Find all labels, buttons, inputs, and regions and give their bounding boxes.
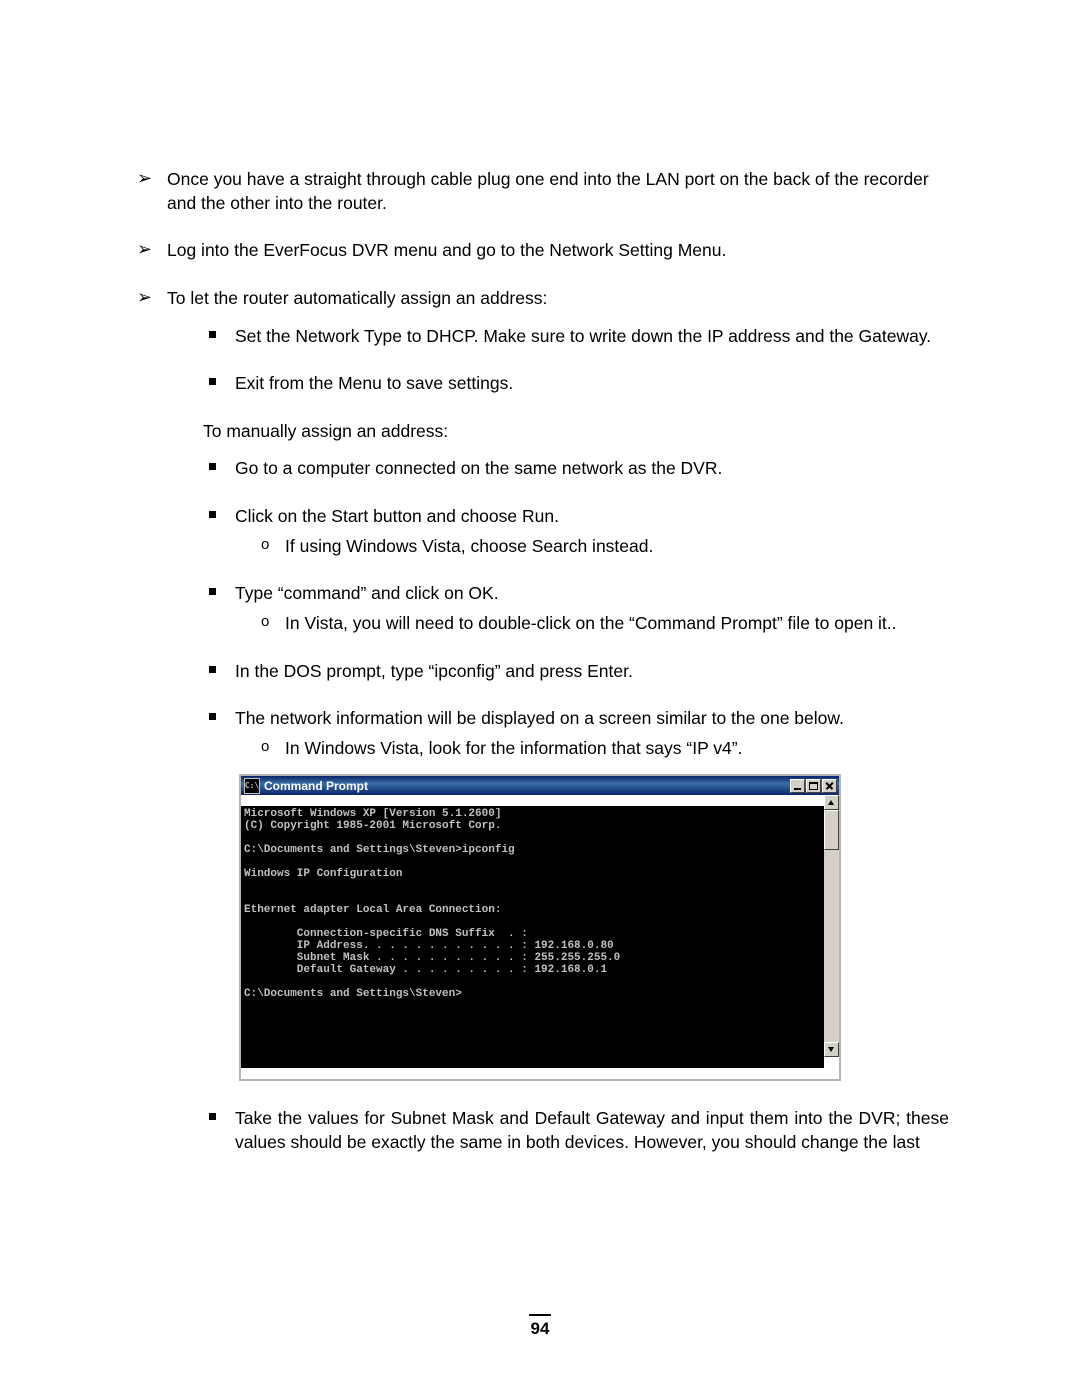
- circle-list: If using Windows Vista, choose Search in…: [235, 535, 949, 559]
- sub-bullet: In the DOS prompt, type “ipconfig” and p…: [203, 660, 949, 684]
- sub-bullet: Set the Network Type to DHCP. Make sure …: [203, 325, 949, 349]
- command-prompt-window: C:\ Command Prompt Microsoft Windows XP …: [239, 774, 841, 1081]
- sub-bullet: Type “command” and click on OK. In Vista…: [203, 582, 949, 635]
- sub-list-1: Set the Network Type to DHCP. Make sure …: [167, 325, 949, 396]
- text: To manually assign an address:: [203, 421, 448, 441]
- circle-list: In Vista, you will need to double-click …: [235, 612, 949, 636]
- sub-list-2: Go to a computer connected on the same n…: [167, 457, 949, 760]
- sub-bullet: Go to a computer connected on the same n…: [203, 457, 949, 481]
- sub-bullet: Click on the Start button and choose Run…: [203, 505, 949, 558]
- scroll-down-button[interactable]: [824, 1042, 839, 1057]
- titlebar[interactable]: C:\ Command Prompt: [241, 776, 839, 795]
- circle-bullet: In Vista, you will need to double-click …: [261, 612, 949, 636]
- maximize-button[interactable]: [806, 779, 821, 793]
- page-number-bar: [529, 1314, 551, 1316]
- scroll-track[interactable]: [824, 810, 839, 1042]
- circle-list: In Windows Vista, look for the informati…: [235, 737, 949, 761]
- cmd-body-wrap: Microsoft Windows XP [Version 5.1.2600] …: [241, 795, 839, 1079]
- close-button[interactable]: [822, 779, 837, 793]
- sub-bullet: The network information will be displaye…: [203, 707, 949, 760]
- scrollbar[interactable]: [824, 795, 839, 1057]
- cmd-icon-text: C:\: [245, 782, 259, 790]
- text: The network information will be displaye…: [235, 708, 844, 728]
- text: Once you have a straight through cable p…: [167, 169, 929, 213]
- scroll-up-button[interactable]: [824, 795, 839, 810]
- inner-heading: To manually assign an address:: [203, 420, 949, 444]
- minimize-button[interactable]: [790, 779, 805, 793]
- main-list: Once you have a straight through cable p…: [131, 168, 949, 1155]
- circle-bullet: In Windows Vista, look for the informati…: [261, 737, 949, 761]
- page-number: 94: [0, 1314, 1080, 1341]
- sub-list-3: Take the values for Subnet Mask and Defa…: [167, 1107, 949, 1154]
- scroll-thumb[interactable]: [824, 810, 839, 850]
- window-title: Command Prompt: [264, 779, 789, 793]
- text: Click on the Start button and choose Run…: [235, 506, 559, 526]
- text: If using Windows Vista, choose Search in…: [285, 536, 653, 556]
- text: Set the Network Type to DHCP. Make sure …: [235, 326, 931, 346]
- text: In Windows Vista, look for the informati…: [285, 738, 742, 758]
- text: Take the values for Subnet Mask and Defa…: [235, 1108, 949, 1152]
- text: In Vista, you will need to double-click …: [285, 613, 897, 633]
- sub-bullet: Take the values for Subnet Mask and Defa…: [203, 1107, 949, 1154]
- text: In the DOS prompt, type “ipconfig” and p…: [235, 661, 633, 681]
- circle-bullet: If using Windows Vista, choose Search in…: [261, 535, 949, 559]
- main-bullet-1: Once you have a straight through cable p…: [131, 168, 949, 215]
- cmd-output[interactable]: Microsoft Windows XP [Version 5.1.2600] …: [241, 806, 824, 1068]
- cmd-icon: C:\: [244, 778, 260, 794]
- text: Go to a computer connected on the same n…: [235, 458, 722, 478]
- text: Exit from the Menu to save settings.: [235, 373, 513, 393]
- document-page: Once you have a straight through cable p…: [0, 0, 1080, 1397]
- page-number-value: 94: [531, 1319, 550, 1338]
- sub-bullet: Exit from the Menu to save settings.: [203, 372, 949, 396]
- text: To let the router automatically assign a…: [167, 288, 547, 308]
- text: Type “command” and click on OK.: [235, 583, 499, 603]
- main-bullet-2: Log into the EverFocus DVR menu and go t…: [131, 239, 949, 263]
- text: Log into the EverFocus DVR menu and go t…: [167, 240, 726, 260]
- main-bullet-3: To let the router automatically assign a…: [131, 287, 949, 1155]
